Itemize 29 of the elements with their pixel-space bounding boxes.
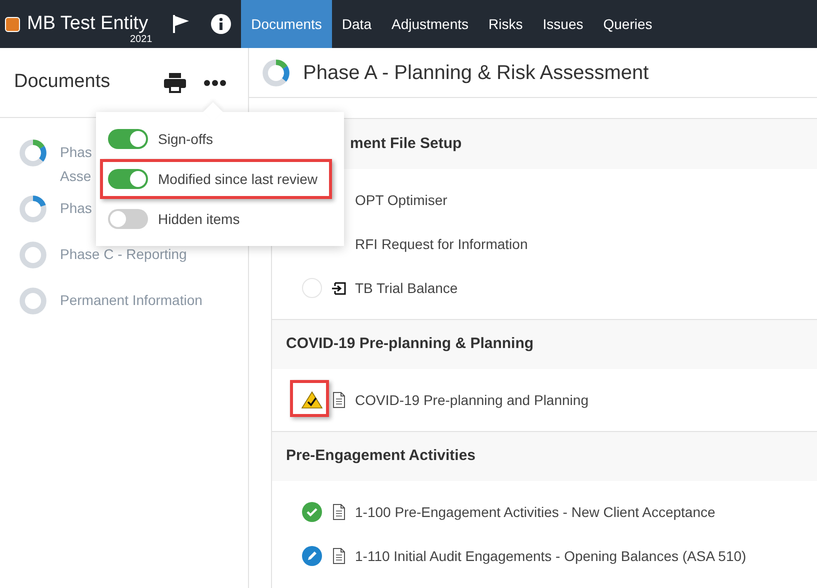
toggle-label: Sign-offs (158, 130, 213, 149)
document-link[interactable]: OPT Optimiser (355, 190, 448, 210)
print-icon[interactable] (164, 72, 186, 92)
nav-tab[interactable]: Queries (593, 0, 662, 48)
logo-square-icon (5, 16, 20, 32)
document-link[interactable]: COVID-19 Pre-planning and Planning (355, 390, 588, 410)
document-link[interactable]: 1-100 Pre-Engagement Activities - New Client Acceptance (355, 502, 716, 522)
toggle-switch[interactable] (108, 209, 148, 229)
document-link[interactable]: RFI Request for Information (355, 234, 528, 254)
section-heading: ment File Setup (350, 134, 462, 154)
nav-tab[interactable]: Adjustments (381, 0, 479, 48)
nav-tab[interactable]: Issues (532, 0, 594, 48)
info-icon[interactable] (211, 14, 232, 34)
toggle-label: Modified since last review (158, 170, 318, 188)
flag-icon[interactable] (172, 14, 190, 34)
nav-tab[interactable]: Data (332, 0, 382, 48)
toggle-switch[interactable] (108, 129, 148, 149)
document-link[interactable]: TB Trial Balance (355, 278, 458, 298)
nav-tab[interactable]: Documents (241, 0, 332, 48)
page-title: Phase A - Planning & Risk Assessment (303, 60, 649, 86)
nav-tab[interactable]: Risks (478, 0, 533, 48)
toggle-switch[interactable] (108, 169, 148, 189)
document-link[interactable]: 1-110 Initial Audit Engagements - Opening Balances (ASA 510) (355, 546, 746, 566)
sidebar-title: Documents (14, 70, 112, 94)
section-heading: Pre-Engagement Activities (286, 446, 476, 466)
more-icon[interactable] (204, 80, 226, 86)
entity-year: 2021 (130, 33, 152, 47)
section-heading: COVID-19 Pre-planning & Planning (286, 334, 534, 354)
toggle-label: Hidden items (158, 210, 240, 228)
